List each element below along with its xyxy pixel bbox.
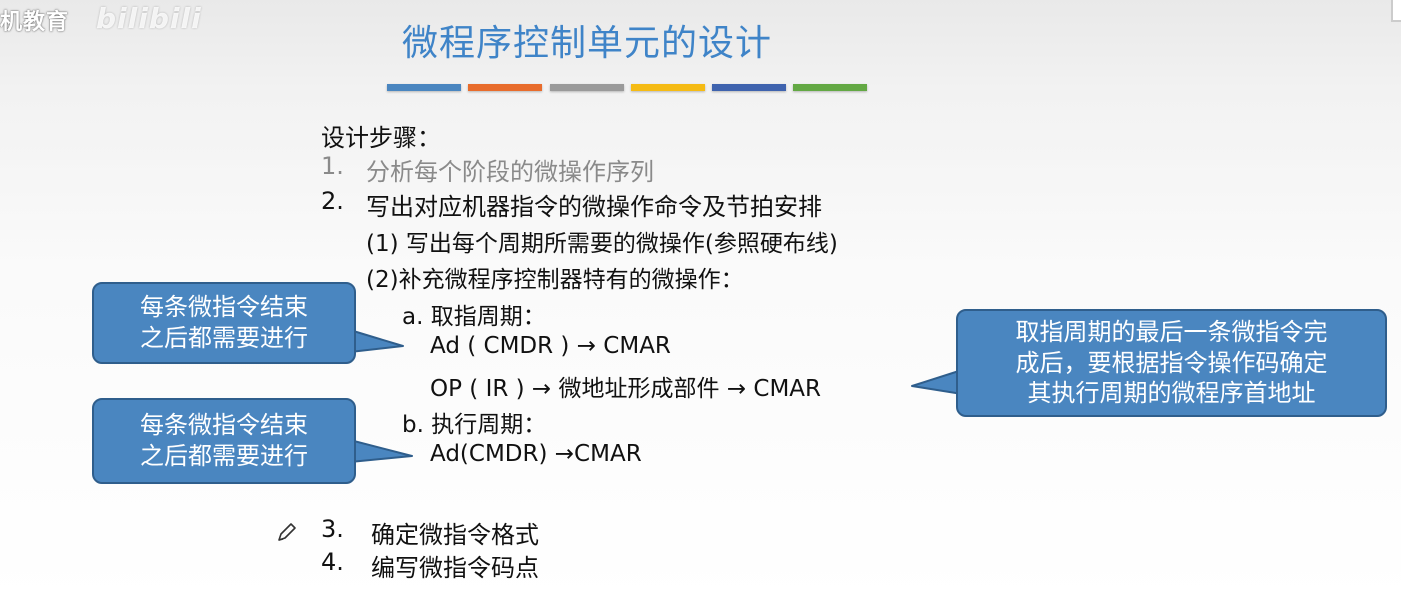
callout-left-bottom: 每条微指令结束 之后都需要进行: [92, 398, 356, 484]
callout-pointer-left-bottom: [349, 439, 413, 463]
callout-right-text: 取指周期的最后一条微指令完 成后，要根据指令操作码确定 其执行周期的微程序首地址: [1015, 317, 1328, 408]
callout-left-top-text: 每条微指令结束 之后都需要进行: [140, 292, 308, 352]
callout-pointer-left-top: [349, 329, 404, 353]
callout-pointer-right: [911, 369, 963, 395]
callout-left-top: 每条微指令结束 之后都需要进行: [92, 282, 356, 364]
callout-right: 取指周期的最后一条微指令完 成后，要根据指令操作码确定 其执行周期的微程序首地址: [956, 309, 1387, 417]
callout-left-bottom-text: 每条微指令结束 之后都需要进行: [140, 410, 308, 470]
pencil-icon[interactable]: [275, 520, 299, 544]
